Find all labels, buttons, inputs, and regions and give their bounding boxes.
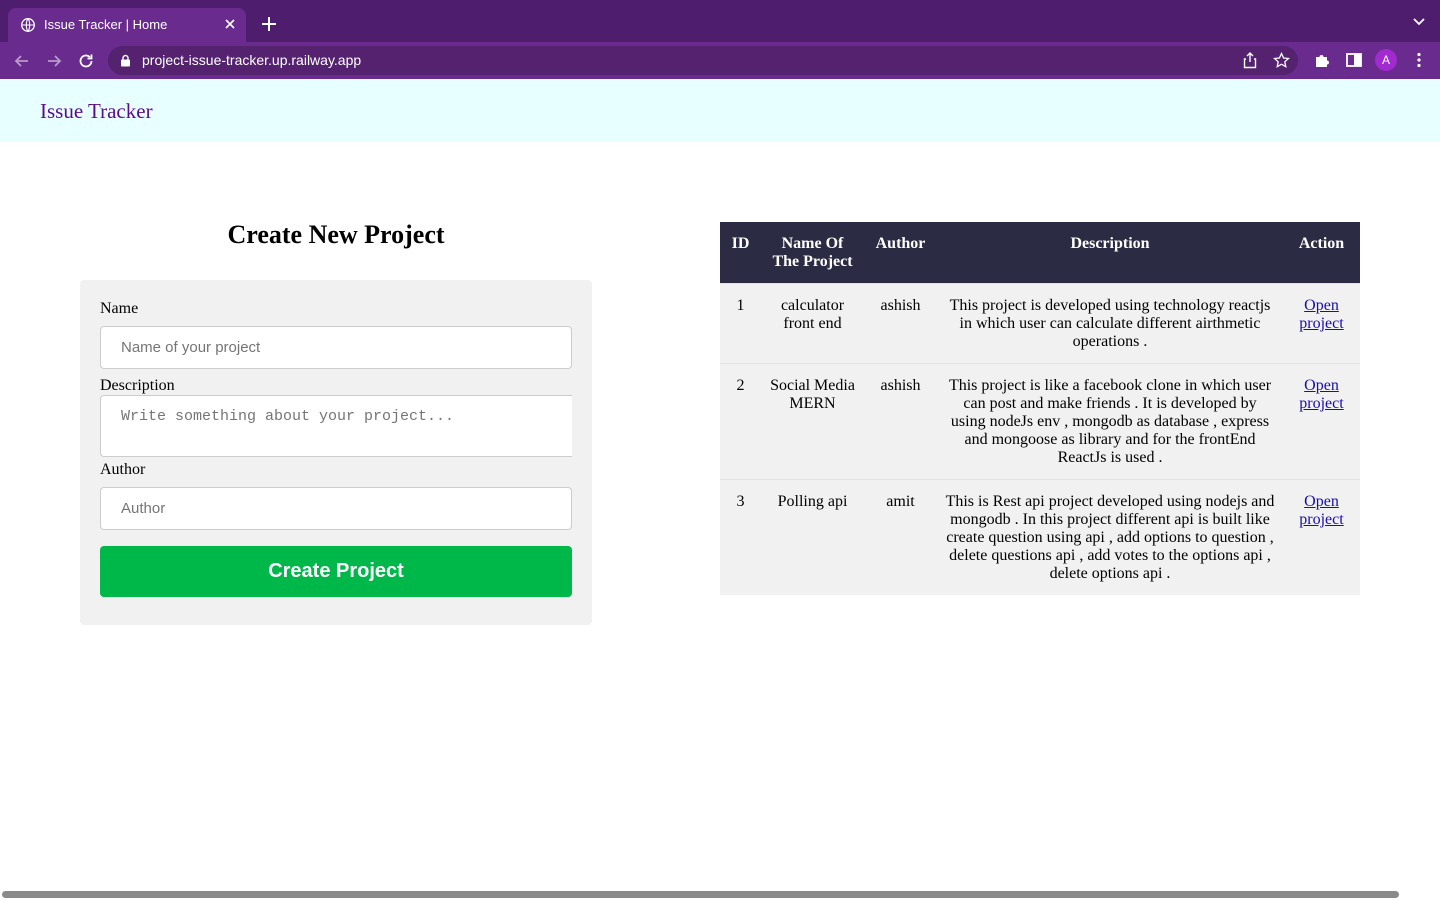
cell-description: This project is like a facebook clone in… bbox=[937, 363, 1283, 480]
app-header: Issue Tracker bbox=[0, 79, 1440, 142]
create-project-button[interactable]: Create Project bbox=[100, 546, 572, 597]
cell-id: 3 bbox=[720, 479, 761, 595]
arrow-right-icon[interactable] bbox=[44, 51, 64, 71]
cell-author: ashish bbox=[864, 363, 937, 480]
header-author: Author bbox=[864, 222, 937, 284]
create-project-form: Name Description Author Create Project bbox=[80, 280, 592, 625]
description-input[interactable] bbox=[100, 395, 572, 457]
brand-link[interactable]: Issue Tracker bbox=[40, 99, 153, 124]
chevron-down-icon[interactable] bbox=[1412, 17, 1426, 27]
cell-id: 1 bbox=[720, 283, 761, 364]
cell-id: 2 bbox=[720, 363, 761, 480]
form-title: Create New Project bbox=[227, 220, 445, 249]
profile-avatar[interactable]: A bbox=[1375, 49, 1397, 71]
cell-description: This is Rest api project developed using… bbox=[937, 479, 1283, 595]
star-icon[interactable] bbox=[1273, 52, 1290, 69]
cell-action: Open project bbox=[1283, 479, 1360, 595]
puzzle-icon[interactable] bbox=[1313, 51, 1331, 69]
close-icon[interactable] bbox=[222, 16, 238, 32]
projects-table: ID Name Of The Project Author Descriptio… bbox=[720, 222, 1360, 595]
open-project-link[interactable]: Open project bbox=[1299, 297, 1343, 332]
browser-tab-strip: Issue Tracker | Home bbox=[0, 0, 1440, 42]
open-project-link[interactable]: Open project bbox=[1299, 493, 1343, 528]
url-text: project-issue-tracker.up.railway.app bbox=[142, 52, 362, 68]
cell-name: Polling api bbox=[761, 479, 864, 595]
author-label: Author bbox=[100, 461, 146, 478]
share-icon[interactable] bbox=[1242, 52, 1258, 69]
header-description: Description bbox=[937, 222, 1283, 284]
arrow-left-icon[interactable] bbox=[12, 51, 32, 71]
author-input[interactable] bbox=[100, 487, 572, 530]
cell-author: ashish bbox=[864, 283, 937, 364]
cell-name: calculator front end bbox=[761, 283, 864, 364]
lock-icon[interactable] bbox=[120, 54, 131, 67]
tab-title: Issue Tracker | Home bbox=[44, 17, 168, 32]
cell-author: amit bbox=[864, 479, 937, 595]
name-label: Name bbox=[100, 300, 139, 317]
horizontal-scrollbar[interactable] bbox=[2, 891, 1399, 898]
plus-icon[interactable] bbox=[260, 15, 278, 33]
open-project-link[interactable]: Open project bbox=[1299, 377, 1343, 412]
cell-action: Open project bbox=[1283, 283, 1360, 364]
table-header-row: ID Name Of The Project Author Descriptio… bbox=[720, 222, 1360, 284]
cell-name: Social Media MERN bbox=[761, 363, 864, 480]
description-label: Description bbox=[100, 377, 175, 394]
name-input[interactable] bbox=[100, 326, 572, 369]
browser-toolbar: project-issue-tracker.up.railway.app bbox=[0, 42, 1440, 79]
header-name: Name Of The Project bbox=[761, 222, 864, 284]
header-id: ID bbox=[720, 222, 761, 284]
table-row: 2 Social Media MERN ashish This project … bbox=[720, 363, 1360, 480]
globe-icon bbox=[21, 18, 35, 32]
address-bar[interactable]: project-issue-tracker.up.railway.app bbox=[108, 46, 1298, 75]
side-panel-icon[interactable] bbox=[1345, 51, 1363, 69]
cell-description: This project is developed using technolo… bbox=[937, 283, 1283, 364]
browser-tab[interactable]: Issue Tracker | Home bbox=[8, 8, 246, 42]
header-action: Action bbox=[1283, 222, 1360, 284]
kebab-menu-icon[interactable] bbox=[1410, 51, 1428, 69]
cell-action: Open project bbox=[1283, 363, 1360, 480]
reload-icon[interactable] bbox=[76, 51, 96, 71]
table-row: 3 Polling api amit This is Rest api proj… bbox=[720, 479, 1360, 595]
table-row: 1 calculator front end ashish This proje… bbox=[720, 283, 1360, 364]
